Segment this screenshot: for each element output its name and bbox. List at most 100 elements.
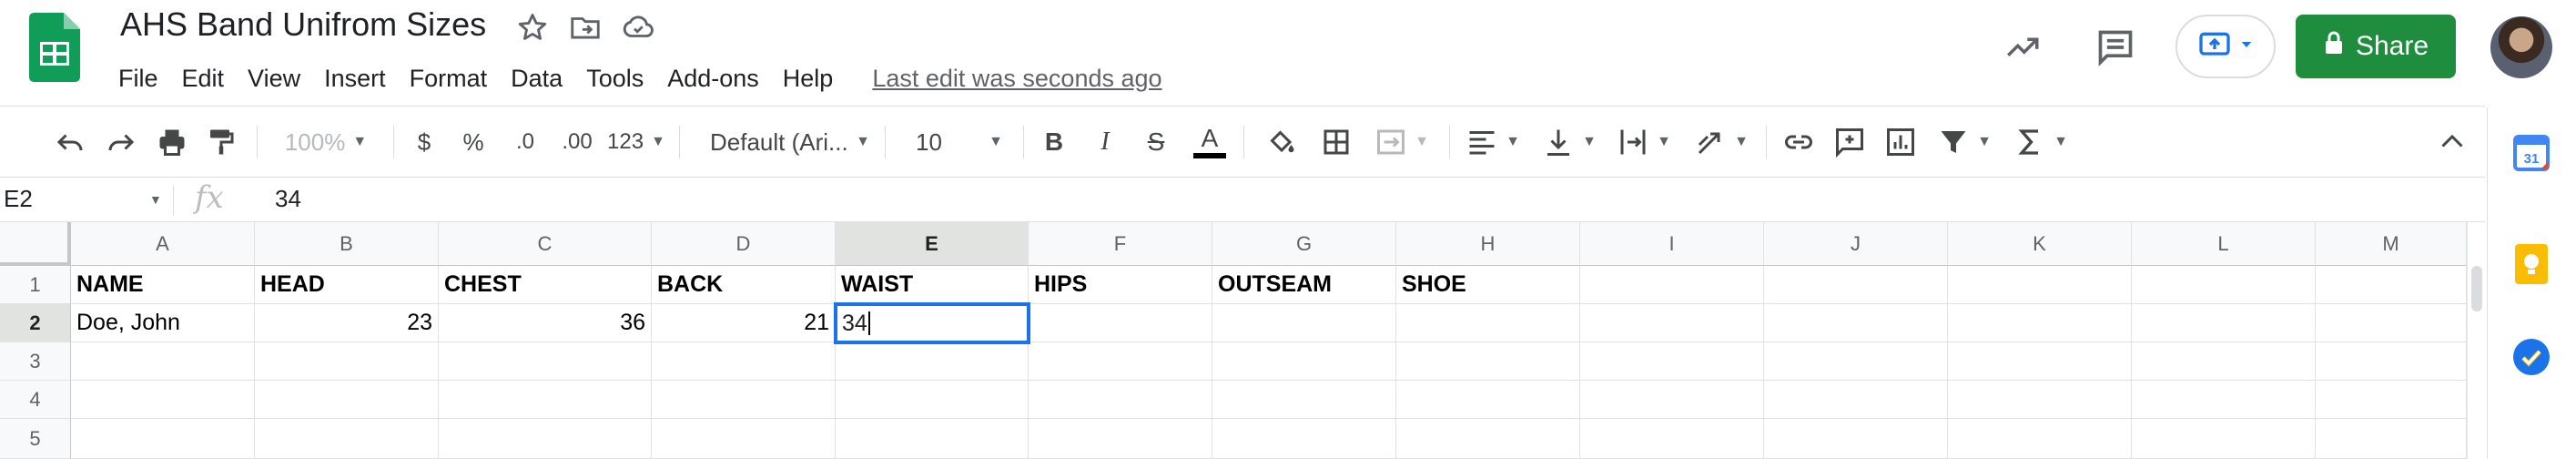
cell-g1[interactable]: OUTSEAM (1212, 266, 1396, 304)
comments-icon[interactable] (2088, 20, 2143, 75)
avatar[interactable] (2490, 16, 2552, 78)
cell-c4[interactable] (439, 381, 652, 419)
print-icon[interactable] (149, 120, 195, 164)
cell-i2[interactable] (1580, 304, 1764, 342)
zoom-select[interactable]: 100% ▼ (269, 120, 382, 164)
cell-f4[interactable] (1029, 381, 1212, 419)
column-header-c[interactable]: C (439, 222, 652, 266)
cloud-saved-icon[interactable] (621, 10, 655, 49)
trending-icon[interactable] (1995, 20, 2050, 75)
cell-k4[interactable] (1948, 381, 2132, 419)
cell-c5[interactable] (439, 419, 652, 459)
cell-g4[interactable] (1212, 381, 1396, 419)
insert-link-icon[interactable] (1777, 120, 1820, 164)
share-button[interactable]: Share (2296, 15, 2456, 78)
cell-d2[interactable]: 21 (652, 304, 836, 342)
cell-j4[interactable] (1764, 381, 1948, 419)
cell-j1[interactable] (1764, 266, 1948, 304)
insert-chart-icon[interactable] (1879, 120, 1922, 164)
column-header-h[interactable]: H (1396, 222, 1580, 266)
menu-view[interactable]: View (236, 65, 312, 93)
cell-k3[interactable] (1948, 342, 2132, 381)
menu-help[interactable]: Help (771, 65, 846, 93)
filter-icon[interactable]: ▼ (1930, 120, 1999, 164)
cell-b2[interactable]: 23 (255, 304, 439, 342)
cell-h4[interactable] (1396, 381, 1580, 419)
cell-a1[interactable]: NAME (71, 266, 255, 304)
column-header-e[interactable]: E (836, 222, 1029, 266)
italic-button[interactable]: I (1085, 120, 1125, 164)
cell-b4[interactable] (255, 381, 439, 419)
menu-data[interactable]: Data (499, 65, 574, 93)
text-color-button[interactable]: A (1189, 120, 1231, 164)
row-header-5[interactable]: 5 (0, 419, 71, 459)
collapse-toolbar-icon[interactable] (2432, 120, 2472, 164)
select-all-corner[interactable] (0, 222, 71, 266)
text-rotation-icon[interactable]: ▼ (1686, 120, 1757, 164)
cell-d1[interactable]: BACK (652, 266, 836, 304)
cell-a2[interactable]: Doe, John (71, 304, 255, 342)
menu-add-ons[interactable]: Add-ons (655, 65, 771, 93)
cell-c3[interactable] (439, 342, 652, 381)
currency-button[interactable]: $ (404, 120, 444, 164)
vertical-scrollbar[interactable] (2467, 222, 2485, 459)
cell-h5[interactable] (1396, 419, 1580, 459)
cell-g5[interactable] (1212, 419, 1396, 459)
cell-l3[interactable] (2132, 342, 2316, 381)
google-keep-icon[interactable] (2513, 242, 2550, 286)
cell-e2-active-editor[interactable]: 34 (834, 302, 1030, 344)
scrollbar-thumb[interactable] (2471, 266, 2482, 311)
cell-b3[interactable] (255, 342, 439, 381)
undo-icon[interactable] (47, 120, 93, 164)
row-header-1[interactable]: 1 (0, 266, 71, 304)
column-header-i[interactable]: I (1580, 222, 1764, 266)
cell-b5[interactable] (255, 419, 439, 459)
strikethrough-button[interactable]: S (1136, 120, 1176, 164)
cell-c2[interactable]: 36 (439, 304, 652, 342)
sheets-logo-icon[interactable] (29, 13, 80, 82)
google-calendar-icon[interactable]: 31 (2513, 135, 2550, 171)
google-tasks-icon[interactable] (2511, 337, 2551, 377)
cell-j3[interactable] (1764, 342, 1948, 381)
cell-g3[interactable] (1212, 342, 1396, 381)
merge-cells-icon[interactable]: ▼ (1365, 120, 1438, 164)
cell-h1[interactable]: SHOE (1396, 266, 1580, 304)
cell-d5[interactable] (652, 419, 836, 459)
column-header-j[interactable]: J (1764, 222, 1948, 266)
cell-k1[interactable] (1948, 266, 2132, 304)
cell-l4[interactable] (2132, 381, 2316, 419)
redo-icon[interactable] (98, 120, 144, 164)
cell-m1[interactable] (2316, 266, 2467, 304)
increase-decimal-button[interactable]: .00 (552, 120, 603, 164)
move-to-folder-icon[interactable] (568, 10, 603, 49)
cell-m2[interactable] (2316, 304, 2467, 342)
formula-input[interactable]: 34 (275, 185, 301, 213)
cell-e4[interactable] (836, 381, 1029, 419)
font-family-select[interactable]: Default (Ari... ▼ (692, 120, 876, 164)
horizontal-align-icon[interactable]: ▼ (1460, 120, 1526, 164)
cell-i4[interactable] (1580, 381, 1764, 419)
cell-a4[interactable] (71, 381, 255, 419)
column-header-b[interactable]: B (255, 222, 439, 266)
fill-color-icon[interactable] (1260, 120, 1303, 164)
column-header-m[interactable]: M (2316, 222, 2467, 266)
cell-j2[interactable] (1764, 304, 1948, 342)
cell-j5[interactable] (1764, 419, 1948, 459)
row-header-4[interactable]: 4 (0, 381, 71, 419)
cell-m3[interactable] (2316, 342, 2467, 381)
cell-f2[interactable] (1029, 304, 1212, 342)
text-wrapping-icon[interactable]: ▼ (1611, 120, 1677, 164)
cell-k5[interactable] (1948, 419, 2132, 459)
cell-i3[interactable] (1580, 342, 1764, 381)
present-button[interactable] (2175, 15, 2276, 78)
cell-f3[interactable] (1029, 342, 1212, 381)
paint-format-icon[interactable] (198, 120, 244, 164)
column-header-l[interactable]: L (2132, 222, 2316, 266)
cell-h3[interactable] (1396, 342, 1580, 381)
vertical-align-icon[interactable]: ▼ (1536, 120, 1602, 164)
cell-d4[interactable] (652, 381, 836, 419)
cell-g2[interactable] (1212, 304, 1396, 342)
cell-e3[interactable] (836, 342, 1029, 381)
more-formats-button[interactable]: 123 ▼ (606, 120, 666, 164)
bold-button[interactable]: B (1034, 120, 1074, 164)
